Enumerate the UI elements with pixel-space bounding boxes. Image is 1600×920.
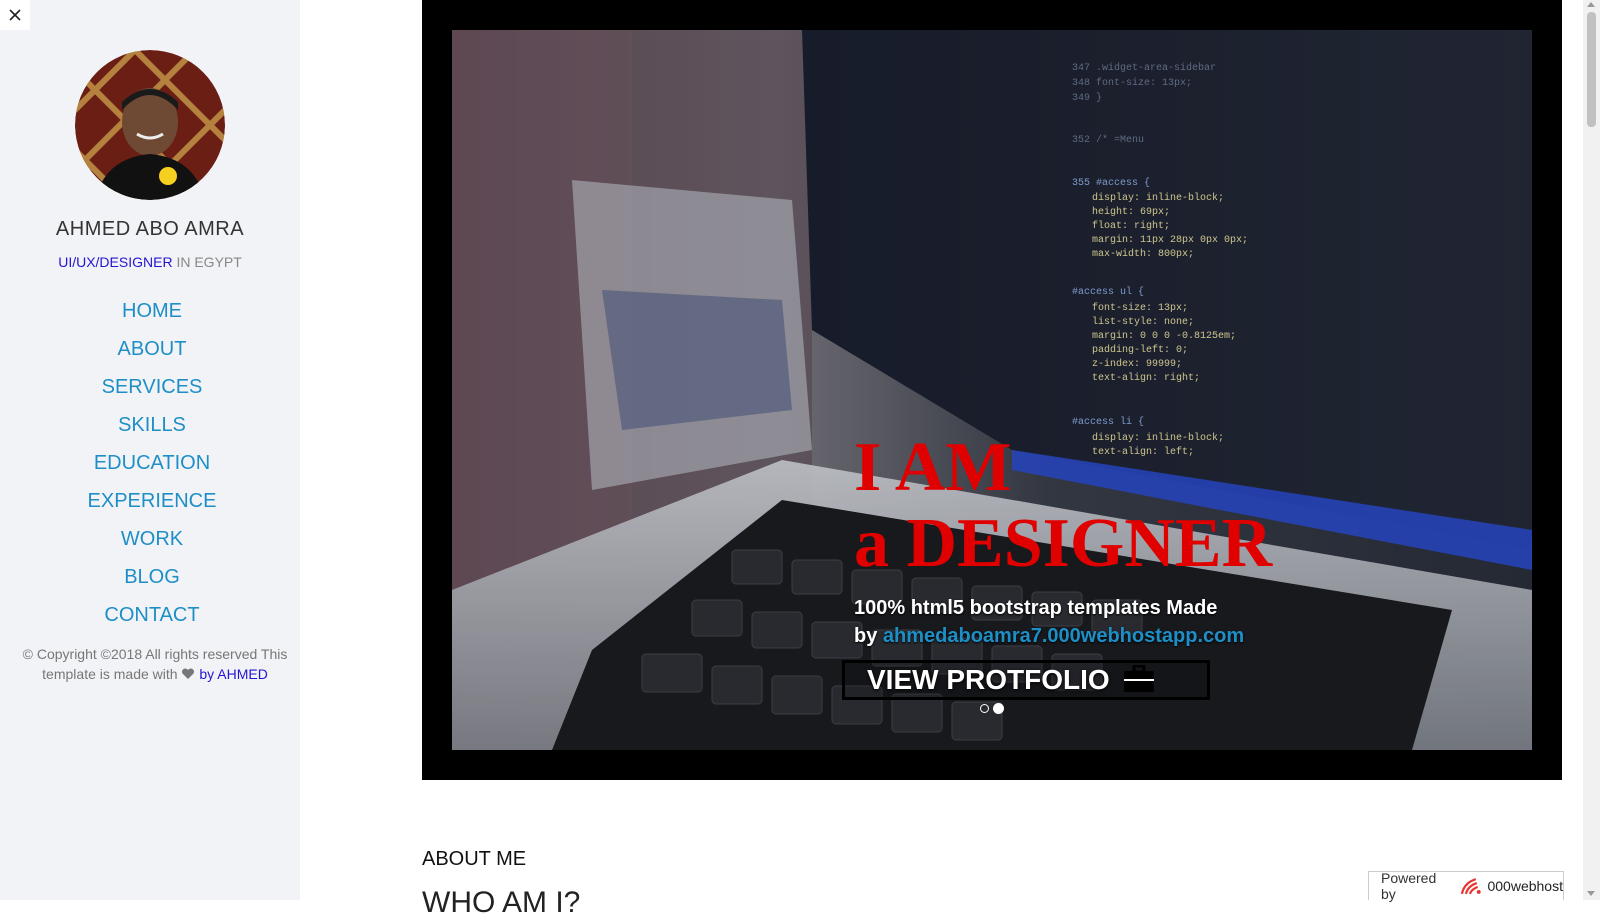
hero-site-link[interactable]: ahmedaboamra7.000webhostapp.com — [883, 625, 1244, 647]
briefcase-icon — [1124, 664, 1155, 692]
nav-blog[interactable]: BLOG — [0, 558, 304, 596]
nav-home[interactable]: HOME — [0, 292, 304, 330]
avatar — [75, 50, 225, 200]
main-nav: HOME ABOUT SERVICES SKILLS EDUCATION EXP… — [0, 292, 304, 634]
view-portfolio-button[interactable]: VIEW PROTFOLIO — [842, 660, 1210, 700]
view-portfolio-label: VIEW PROTFOLIO — [867, 664, 1110, 695]
scroll-down-arrow-icon[interactable] — [1587, 891, 1595, 896]
owner-role: UI/UX/DESIGNER IN EGYPT — [0, 254, 300, 270]
scroll-thumb[interactable] — [1587, 12, 1596, 127]
hero-title-line1: I AM — [854, 429, 1012, 506]
powered-brand: 000webhost — [1487, 878, 1563, 894]
nav-contact[interactable]: CONTACT — [0, 596, 304, 634]
page-scrollbar[interactable] — [1583, 0, 1600, 900]
nav-services[interactable]: SERVICES — [0, 368, 304, 406]
hero-subtitle-text: 100% html5 bootstrap templates Made — [854, 597, 1218, 619]
powered-by-badge[interactable]: Powered by 000webhost — [1368, 870, 1564, 902]
powered-label: Powered by — [1381, 870, 1437, 902]
role-link[interactable]: UI/UX/DESIGNER — [58, 254, 172, 270]
copyright: © Copyright ©2018 All rights reserved Th… — [10, 644, 300, 684]
who-heading: WHO AM I? — [422, 886, 581, 919]
carousel-indicators — [980, 703, 1004, 714]
heart-icon — [182, 668, 195, 679]
hero-slide: 347 .widget-area-sidebar 348 font-size: … — [452, 30, 1532, 750]
sidebar: AHMED ABO AMRA UI/UX/DESIGNER IN EGYPT H… — [0, 0, 300, 900]
carousel-dot-1[interactable] — [980, 704, 989, 713]
scroll-up-arrow-icon[interactable] — [1587, 2, 1595, 7]
carousel-dot-2[interactable] — [993, 703, 1004, 714]
000webhost-logo-icon — [1460, 878, 1481, 895]
hero-by-prefix: by — [854, 625, 883, 647]
author-link[interactable]: by AHMED — [195, 666, 267, 682]
close-icon[interactable] — [8, 8, 22, 22]
close-button[interactable] — [0, 0, 30, 30]
role-location: IN EGYPT — [172, 254, 242, 270]
nav-education[interactable]: EDUCATION — [0, 444, 304, 482]
hero-subtitle: 100% html5 bootstrap templates Made by a… — [854, 594, 1454, 650]
hero-title-line2: a DESIGNER — [854, 505, 1273, 582]
hero-carousel: 347 .widget-area-sidebar 348 font-size: … — [422, 0, 1562, 780]
nav-skills[interactable]: SKILLS — [0, 406, 304, 444]
hero-title: I AM a DESIGNER — [854, 430, 1272, 582]
nav-about[interactable]: ABOUT — [0, 330, 304, 368]
nav-work[interactable]: WORK — [0, 520, 304, 558]
about-heading: ABOUT ME — [422, 848, 527, 870]
owner-name: AHMED ABO AMRA — [55, 218, 245, 240]
nav-experience[interactable]: EXPERIENCE — [0, 482, 304, 520]
